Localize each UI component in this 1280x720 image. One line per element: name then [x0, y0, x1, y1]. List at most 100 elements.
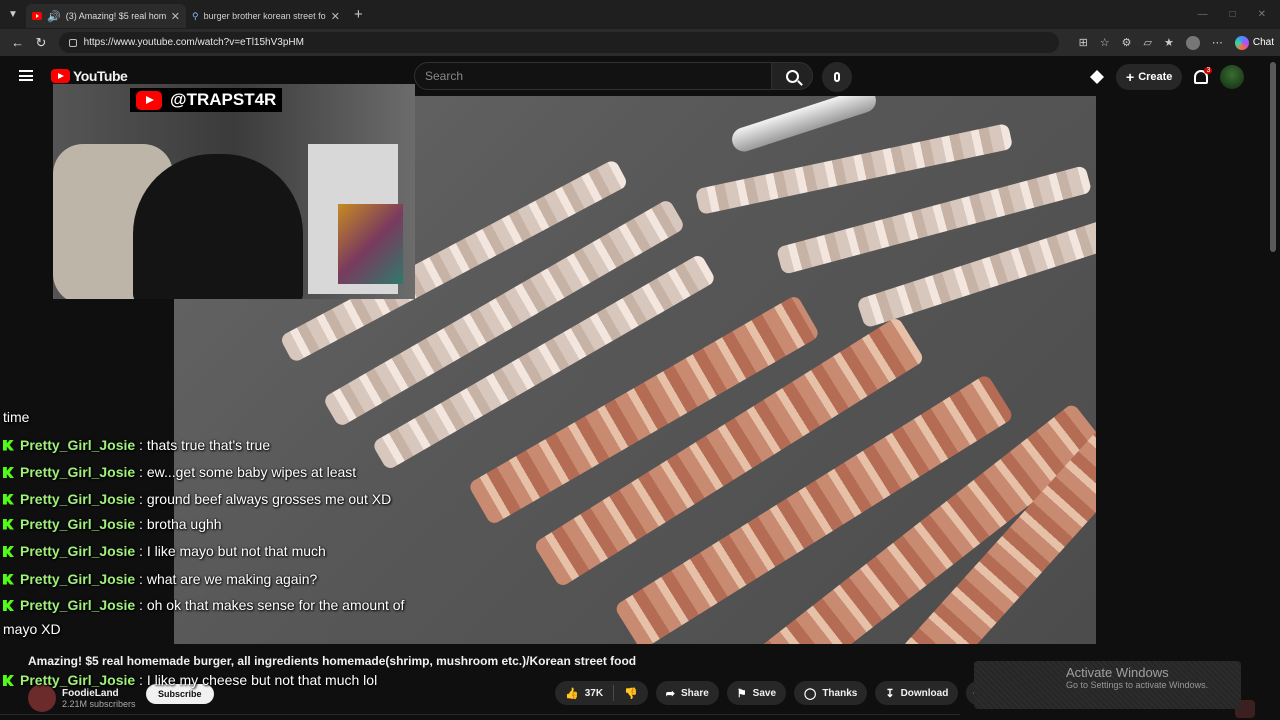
tab-actions-chevron-icon[interactable]: ▼ [0, 0, 26, 29]
create-button[interactable]: + Create [1116, 64, 1183, 90]
create-label: Create [1138, 71, 1173, 83]
chat-text: : ew...get some baby wipes at least [135, 464, 357, 480]
share-label: Share [680, 687, 709, 699]
screen: ▼ 🔊 (3) Amazing! $5 real homema ✕ ⚲ burg… [0, 0, 1280, 720]
browser-tab-bar: ▼ 🔊 (3) Amazing! $5 real homema ✕ ⚲ burg… [0, 0, 1280, 29]
site-info-icon[interactable] [68, 38, 77, 47]
search-favicon-icon: ⚲ [192, 10, 199, 21]
refresh-icon[interactable]: ↻ [29, 35, 52, 51]
notification-badge: 3 [1204, 67, 1213, 74]
url-text: https://www.youtube.com/watch?v=eTl15hV3… [83, 37, 304, 48]
premium-diamond-icon[interactable] [1090, 70, 1104, 84]
chat-username: Pretty_Girl_Josie [20, 515, 136, 532]
copilot-icon [1234, 35, 1249, 50]
header-actions: + Create 3 [1090, 64, 1245, 90]
thanks-button[interactable]: ◯ Thanks [794, 681, 868, 705]
youtube-logo-icon [136, 90, 162, 110]
more-menu-icon[interactable]: ⋯ [1212, 36, 1223, 49]
kick-logo-icon [3, 518, 14, 530]
browser-toolbar-icons: ⊞ ☆ ⚙ ▱ ★ ⋯ Chat [1079, 35, 1274, 50]
chat-username: Pretty_Girl_Josie [20, 436, 136, 453]
browser-tab[interactable]: ⚲ burger brother korean street food ✕ [186, 4, 346, 28]
favorite-star-icon[interactable]: ☆ [1100, 36, 1110, 49]
kick-logo-icon [3, 439, 14, 451]
chat-label: Chat [1252, 37, 1274, 48]
copilot-chat-button[interactable]: Chat [1234, 35, 1274, 50]
notifications-bell-icon[interactable]: 3 [1194, 67, 1213, 84]
close-tab-icon[interactable]: ✕ [331, 10, 340, 23]
chat-text: : thats true that's true [135, 436, 271, 453]
profile-avatar[interactable] [1185, 35, 1200, 50]
thumbs-up-icon: 👍 [565, 687, 579, 700]
microphone-icon [834, 72, 840, 82]
extension-icon[interactable]: ⚙ [1122, 36, 1132, 49]
chat-username: Pretty_Girl_Josie [20, 570, 136, 587]
close-tab-icon[interactable]: ✕ [171, 10, 180, 23]
speaker-icon[interactable]: 🔊 [47, 10, 61, 23]
page-scrollbar[interactable] [1269, 56, 1277, 720]
page-bottom-edge [0, 714, 960, 720]
share-arrow-icon: ➦ [665, 687, 675, 700]
chat-text: : I like my cheese but not that much lol [135, 672, 378, 688]
menu-hamburger-icon[interactable] [19, 70, 33, 81]
search-icon [785, 69, 799, 83]
save-button[interactable]: ⚑ Save [726, 681, 787, 705]
save-label: Save [752, 687, 777, 699]
chat-text: : brotha ughh [135, 515, 222, 532]
address-toolbar: ← ↻ https://www.youtube.com/watch?v=eTl1… [0, 29, 1280, 56]
kick-logo-icon [3, 467, 14, 478]
windows-activation-watermark: Activate Windows Go to Settings to activ… [974, 661, 1241, 709]
chat-text: : ground beef always grosses me out XD [135, 490, 392, 507]
scrollbar-thumb[interactable] [1270, 62, 1276, 252]
close-window-icon[interactable]: ✕ [1258, 9, 1266, 20]
like-count: 37K [584, 687, 604, 699]
webcam-streamer [133, 154, 303, 299]
streamer-handle: @TRAPST4R [170, 90, 277, 109]
search-input[interactable]: Search [414, 62, 772, 90]
back-arrow-icon[interactable]: ← [6, 35, 29, 50]
tab-title: (3) Amazing! $5 real homema [65, 11, 166, 21]
search-button[interactable] [771, 62, 813, 90]
like-button[interactable]: 👍 37K [555, 687, 613, 700]
chat-message: Pretty_Girl_Josie : ew...get some baby w… [3, 459, 423, 487]
chat-username: Pretty_Girl_Josie [20, 543, 136, 559]
chat-username: Pretty_Girl_Josie [20, 490, 136, 507]
url-field[interactable]: https://www.youtube.com/watch?v=eTl15hV3… [58, 32, 1059, 53]
tab-title: burger brother korean street food [203, 11, 326, 21]
thanks-label: Thanks [822, 687, 858, 699]
chat-message: Pretty_Girl_Josie : I like mayo but not … [3, 538, 423, 566]
maximize-icon[interactable]: □ [1230, 9, 1236, 20]
window-controls: — □ ✕ [1198, 9, 1280, 20]
stream-chat-overlay: time Pretty_Girl_Josie : thats true that… [3, 404, 423, 641]
app-available-icon[interactable]: ⊞ [1079, 36, 1088, 49]
kick-logo-icon [3, 573, 14, 585]
dislike-button[interactable]: 👎 [614, 687, 648, 700]
youtube-logo[interactable]: YouTube [51, 68, 128, 84]
download-button[interactable]: ↧ Download [875, 681, 959, 705]
super-thanks-icon: ◯ [804, 687, 817, 700]
chat-text: : what are we making again? [135, 570, 318, 587]
download-icon: ↧ [885, 687, 895, 700]
favorites-icon[interactable]: ★ [1164, 36, 1174, 49]
kick-logo-icon [3, 600, 14, 611]
extensions-puzzle-icon[interactable]: ▱ [1144, 36, 1152, 49]
share-button[interactable]: ➦ Share [655, 681, 719, 705]
logo-text: YouTube [73, 68, 128, 84]
browser-tab-active[interactable]: 🔊 (3) Amazing! $5 real homema ✕ [26, 4, 186, 28]
bookmark-icon: ⚑ [736, 687, 747, 700]
chat-username: Pretty_Girl_Josie [20, 464, 136, 480]
chat-message: Pretty_Girl_Josie : brotha ughh [3, 511, 423, 539]
voice-search-button[interactable] [822, 62, 852, 92]
minimize-icon[interactable]: — [1198, 9, 1208, 20]
chat-username: Pretty_Girl_Josie [20, 597, 136, 613]
new-tab-plus-icon[interactable]: + [354, 6, 363, 23]
download-label: Download [900, 687, 949, 699]
chat-message: Pretty_Girl_Josie : what are we making a… [3, 566, 423, 594]
chat-message: Pretty_Girl_Josie : thats true that's tr… [3, 432, 423, 460]
spatula-image [728, 96, 880, 155]
youtube-play-icon [51, 69, 70, 83]
account-avatar[interactable] [1220, 65, 1245, 89]
subscriber-count: 2.21M subscribers [62, 698, 136, 709]
video-actions: 👍 37K 👎 ➦ Share ⚑ Save ◯ Thanks ↧ Downlo… [555, 681, 991, 705]
webcam-overlay [53, 84, 415, 299]
